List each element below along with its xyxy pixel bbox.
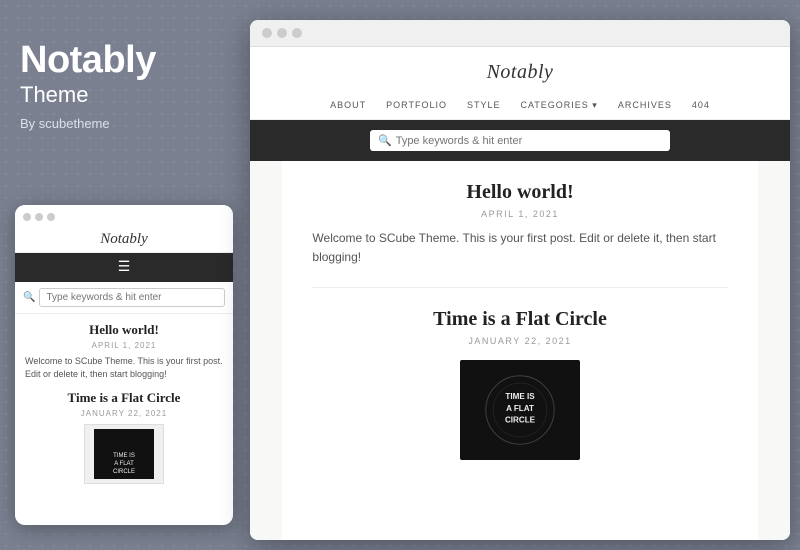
dot-green (47, 213, 55, 221)
desktop-nav: ABOUT PORTFOLIO STYLE CATEGORIES ▾ ARCHI… (250, 92, 790, 119)
dot-red (23, 213, 31, 221)
desktop-main: Hello world! APRIL 1, 2021 Welcome to SC… (282, 161, 757, 540)
desktop-post1-excerpt: Welcome to SCube Theme. This is your fir… (312, 229, 727, 288)
desktop-post2-title: Time is a Flat Circle (312, 308, 727, 331)
mobile-post2-title: Time is a Flat Circle (25, 390, 223, 406)
time-flat-circle-mini: TIME IS A FLAT CIRCLE (94, 429, 154, 479)
desktop-post2-date: JANUARY 22, 2021 (312, 336, 727, 346)
time-flat-circle-desktop: TIME IS A FLAT CIRCLE (475, 365, 565, 455)
search-icon: 🔍 (23, 292, 35, 303)
nav-about[interactable]: ABOUT (330, 100, 366, 111)
nav-archives[interactable]: ARCHIVES (618, 100, 672, 111)
mobile-title-bar (15, 205, 233, 225)
hamburger-icon[interactable]: ☰ (118, 259, 131, 276)
svg-text:TIME IS: TIME IS (505, 393, 535, 402)
desktop-site-title: Notably (250, 61, 790, 84)
desktop-dot-green (292, 28, 302, 38)
nav-404[interactable]: 404 (692, 100, 710, 111)
mobile-site-title: Notably (15, 225, 233, 253)
desktop-title-bar (250, 20, 790, 47)
mobile-content: Hello world! APRIL 1, 2021 Welcome to SC… (15, 314, 233, 492)
mobile-post1-title: Hello world! (25, 322, 223, 338)
nav-categories[interactable]: CATEGORIES ▾ (520, 100, 597, 111)
theme-title: Notably (20, 40, 156, 82)
desktop-post1-date: APRIL 1, 2021 (312, 209, 727, 219)
desktop-mockup: Notably ABOUT PORTFOLIO STYLE CATEGORIES… (250, 20, 790, 540)
mobile-post2-thumbnail: TIME IS A FLAT CIRCLE (84, 424, 164, 484)
mobile-mockup: Notably ☰ 🔍 Hello world! APRIL 1, 2021 W… (15, 205, 233, 525)
desktop-dark-bar: 🔍 (250, 120, 790, 161)
desktop-search-icon: 🔍 (378, 134, 392, 147)
svg-text:CIRCLE: CIRCLE (113, 469, 135, 475)
desktop-search-wrapper: 🔍 (370, 130, 670, 151)
svg-text:A FLAT: A FLAT (114, 461, 134, 467)
mobile-post1-date: APRIL 1, 2021 (25, 341, 223, 350)
nav-portfolio[interactable]: PORTFOLIO (386, 100, 447, 111)
mobile-post1-excerpt: Welcome to SCube Theme. This is your fir… (25, 355, 223, 380)
nav-style[interactable]: STYLE (467, 100, 501, 111)
dot-yellow (35, 213, 43, 221)
desktop-content: Hello world! APRIL 1, 2021 Welcome to SC… (250, 161, 790, 540)
desktop-dot-yellow (277, 28, 287, 38)
mobile-search-input[interactable] (39, 288, 225, 307)
desktop-search-input[interactable] (396, 135, 662, 147)
desktop-dot-red (262, 28, 272, 38)
mobile-nav-bar: ☰ (15, 253, 233, 282)
desktop-post1-title: Hello world! (312, 181, 727, 204)
mobile-post2-date: JANUARY 22, 2021 (25, 409, 223, 418)
svg-text:TIME IS: TIME IS (113, 453, 135, 459)
theme-author: By scubetheme (20, 116, 110, 131)
mobile-search-bar: 🔍 (15, 282, 233, 314)
theme-subtitle: Theme (20, 82, 88, 108)
svg-text:A FLAT: A FLAT (506, 404, 534, 413)
desktop-post2-thumbnail: TIME IS A FLAT CIRCLE (460, 360, 580, 460)
desktop-site-header: Notably ABOUT PORTFOLIO STYLE CATEGORIES… (250, 47, 790, 120)
svg-text:CIRCLE: CIRCLE (505, 416, 536, 425)
